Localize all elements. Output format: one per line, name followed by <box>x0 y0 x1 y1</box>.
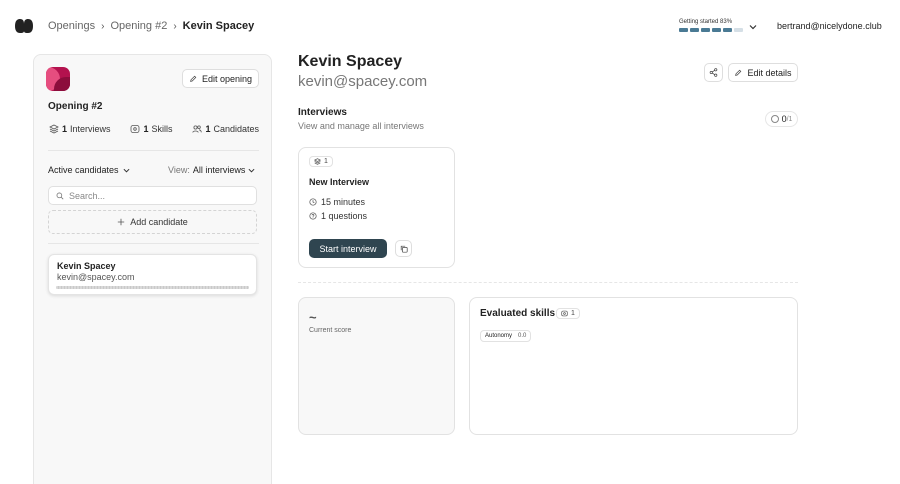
candidate-title: Kevin Spacey <box>298 53 403 70</box>
candidate-status-filter-label: Active candidates <box>48 165 119 175</box>
progress-segment <box>734 28 743 32</box>
user-email[interactable]: bertrand@nicelydone.club <box>777 21 882 31</box>
interview-counter: 0/1 <box>765 111 798 127</box>
skills-count-badge: 1 <box>556 308 580 319</box>
chevron-down-icon <box>123 168 130 173</box>
skill-value: 0.0 <box>518 333 527 339</box>
add-candidate-button[interactable]: Add candidate <box>48 210 257 234</box>
stat-candidates-count: 1 <box>205 124 211 134</box>
divider <box>48 243 259 244</box>
skill-chip[interactable]: Autonomy 0.0 <box>480 330 532 342</box>
opening-sidebar: Edit opening Opening #2 1 Interviews 1 S… <box>33 54 272 484</box>
stat-skills: 1 Skills <box>130 124 173 134</box>
pencil-icon <box>735 69 742 76</box>
share-button[interactable] <box>704 63 723 82</box>
section-divider <box>298 282 798 283</box>
candidate-email-heading: kevin@spacey.com <box>298 73 428 90</box>
opening-stats: 1 Interviews 1 Skills 1 Candidates <box>49 124 259 134</box>
share-icon <box>709 68 718 77</box>
clock-icon <box>309 198 317 206</box>
candidate-name: Kevin Spacey <box>57 261 116 271</box>
candidate-list-item[interactable]: Kevin Spacey kevin@spacey.com <box>48 254 257 295</box>
view-filter[interactable]: View: All interviews <box>168 165 255 175</box>
breadcrumb-current: Kevin Spacey <box>182 20 255 32</box>
breadcrumb-openings[interactable]: Openings <box>48 20 95 32</box>
chevron-down-icon <box>248 168 255 173</box>
skill-name: Autonomy <box>485 333 513 339</box>
getting-started-progress[interactable]: Getting started 83% <box>679 19 743 32</box>
copy-button[interactable] <box>395 240 412 257</box>
progress-bar <box>679 28 743 32</box>
top-bar: Openings › Opening #2 › Kevin Spacey Get… <box>0 0 900 52</box>
interviews-heading: Interviews <box>298 107 347 118</box>
interview-badge: 1 <box>309 156 333 167</box>
interview-title: New Interview <box>309 177 370 187</box>
skill-icon <box>561 310 568 317</box>
edit-details-label: Edit details <box>747 67 792 78</box>
candidate-email: kevin@spacey.com <box>57 272 135 282</box>
stat-interviews-count: 1 <box>62 124 68 134</box>
progress-segment <box>701 28 710 32</box>
candidate-search[interactable] <box>48 186 257 205</box>
stat-candidates: 1 Candidates <box>192 124 259 134</box>
circle-icon <box>770 115 779 123</box>
stat-interviews: 1 Interviews <box>49 124 111 134</box>
layers-icon <box>314 158 321 165</box>
divider <box>48 150 259 151</box>
interview-questions-text: 1 questions <box>321 211 368 221</box>
stat-candidates-label: Candidates <box>213 124 259 134</box>
skills-title: Evaluated skills <box>480 308 556 319</box>
stat-skills-label: Skills <box>151 124 173 134</box>
interview-badge-count: 1 <box>324 158 328 165</box>
search-icon <box>56 192 64 199</box>
score-card: ~ Current score <box>298 297 455 435</box>
evaluated-skills-card: Evaluated skills 1 Autonomy 0.0 <box>469 297 798 435</box>
candidate-progress-bar <box>56 286 249 289</box>
progress-label: Getting started 83% <box>679 19 733 25</box>
search-input[interactable] <box>69 190 249 201</box>
opening-avatar <box>46 67 70 91</box>
chevron-right-icon: › <box>101 20 105 32</box>
interviews-subheading: View and manage all interviews <box>298 121 424 131</box>
chevron-right-icon: › <box>173 20 177 32</box>
add-candidate-label: Add candidate <box>130 217 188 227</box>
breadcrumb: Openings › Opening #2 › Kevin Spacey <box>48 20 254 32</box>
view-filter-value: All interviews <box>192 165 246 175</box>
layers-icon <box>49 124 59 134</box>
progress-segment <box>679 28 688 32</box>
question-icon <box>309 212 317 220</box>
copy-icon <box>400 245 408 253</box>
chevron-down-icon[interactable] <box>749 23 757 31</box>
interview-duration: 15 minutes <box>309 197 365 207</box>
app-logo[interactable] <box>14 18 34 34</box>
start-interview-button[interactable]: Start interview <box>309 239 387 258</box>
score-value: ~ <box>309 310 317 325</box>
opening-title: Opening #2 <box>48 101 103 112</box>
users-icon <box>192 125 203 133</box>
counter-total: /1 <box>786 115 793 123</box>
progress-segment <box>723 28 732 32</box>
edit-details-button[interactable]: Edit details <box>728 63 798 82</box>
stat-skills-count: 1 <box>143 124 149 134</box>
pencil-icon <box>190 75 197 82</box>
candidate-status-filter[interactable]: Active candidates <box>48 165 130 175</box>
progress-segment <box>712 28 721 32</box>
skill-icon <box>131 125 140 133</box>
view-filter-prefix: View: <box>168 165 190 175</box>
interview-card[interactable]: 1 New Interview 15 minutes 1 questions S… <box>298 147 455 268</box>
progress-segment <box>690 28 699 32</box>
stat-interviews-label: Interviews <box>70 124 111 134</box>
score-label: Current score <box>309 327 352 334</box>
edit-opening-button[interactable]: Edit opening <box>182 69 259 88</box>
plus-icon <box>118 218 125 226</box>
interview-duration-text: 15 minutes <box>321 197 366 207</box>
interview-questions: 1 questions <box>309 211 367 221</box>
edit-opening-label: Edit opening <box>201 73 253 84</box>
breadcrumb-opening[interactable]: Opening #2 <box>110 20 167 32</box>
skills-count: 1 <box>571 310 575 317</box>
